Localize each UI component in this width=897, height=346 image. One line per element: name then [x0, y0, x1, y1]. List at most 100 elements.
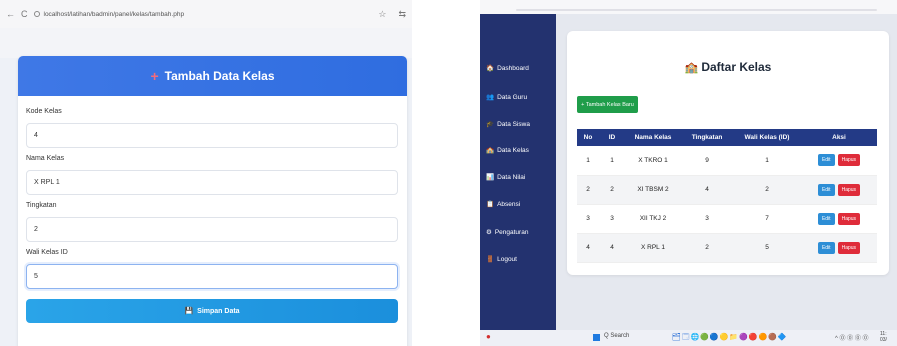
cell-id: 2 [599, 175, 625, 205]
tingkatan-input[interactable]: 2 [26, 217, 398, 242]
url-text: localhost/latihan/badmin/panel/kelas/tam… [43, 10, 185, 18]
cell-id: 1 [599, 146, 625, 176]
clock-date: 03/ [880, 337, 887, 343]
bookmark-star-icon[interactable]: ☆ [378, 9, 386, 20]
sidebar-item-label: Absensi [497, 200, 521, 208]
table-row: 1 1 X TKRO 1 9 1 Edit Hapus [577, 146, 877, 176]
cell-tingkatan: 2 [681, 233, 733, 263]
gear-icon: ⚙ [486, 229, 492, 236]
col-tingkatan: Tingkatan [681, 129, 733, 146]
edit-button[interactable]: Edit [817, 183, 835, 196]
sidebar-item-label: Data Siswa [497, 120, 530, 128]
sidebar-item-data-kelas[interactable]: 🏫 Data Kelas [486, 146, 529, 155]
daftar-kelas-window: 🏠 Dashboard 👥 Data Guru 🎓 Data Siswa 🏫 D… [480, 0, 897, 346]
nama-kelas-label: Nama Kelas [26, 155, 65, 162]
teachers-icon: 👥 [486, 94, 495, 101]
wali-kelas-label: Wali Kelas ID [26, 249, 68, 256]
cell-aksi: Edit Hapus [801, 175, 877, 205]
cell-no: 4 [577, 233, 599, 263]
tambah-kelas-window: ← C localhost/latihan/badmin/panel/kelas… [0, 0, 412, 346]
page-title: 🏫 Daftar Kelas [567, 60, 889, 74]
tab-strip-line [516, 9, 877, 11]
taskbar-search[interactable]: Q Search [604, 333, 629, 339]
taskbar: ● Q Search 🗂🗔🌐🟢🔵🟡📁🟣🔴🟠🟤🔷 ^ ⓪ ⓪ ⓪ ⓪ 11: 03… [480, 330, 897, 346]
cell-wali: 5 [733, 233, 801, 263]
cell-nama: XII TKJ 2 [625, 204, 681, 234]
weather-icon[interactable]: ● [486, 332, 491, 341]
wali-kelas-input[interactable]: 5 [26, 264, 398, 289]
cell-id: 3 [599, 204, 625, 234]
system-tray-icons[interactable]: ^ ⓪ ⓪ ⓪ ⓪ [835, 333, 868, 342]
clock[interactable]: 11: 03/ [880, 331, 887, 343]
save-icon: 💾 [184, 308, 194, 315]
sidebar-item-dashboard[interactable]: 🏠 Dashboard [486, 64, 529, 73]
sidebar-item-label: Data Guru [497, 93, 528, 101]
window-top-strip [480, 0, 897, 14]
tambah-kelas-button[interactable]: + Tambah Kelas Baru [577, 96, 638, 113]
back-icon[interactable]: ← [6, 9, 15, 19]
edit-button[interactable]: Edit [817, 212, 835, 225]
cell-wali: 1 [733, 146, 801, 176]
sidebar-item-data-nilai[interactable]: 📊 Data Nilai [486, 173, 525, 182]
sidebar-item-label: Logout [497, 255, 517, 263]
col-nama-kelas: Nama Kelas [625, 129, 681, 146]
kode-kelas-label: Kode Kelas [26, 108, 62, 115]
cell-tingkatan: 9 [681, 146, 733, 176]
taskbar-app-icons[interactable]: 🗂🗔🌐🟢🔵🟡📁🟣🔴🟠🟤🔷 [672, 333, 788, 344]
dashboard-icon: 🏠 [486, 65, 495, 72]
cell-no: 2 [577, 175, 599, 205]
col-wali-kelas: Wali Kelas (ID) [733, 129, 801, 146]
sidebar-item-data-siswa[interactable]: 🎓 Data Siswa [486, 120, 530, 129]
cell-wali: 7 [733, 204, 801, 234]
cell-no: 1 [577, 146, 599, 176]
hapus-button[interactable]: Hapus [837, 241, 861, 254]
nama-kelas-input[interactable]: X RPL 1 [26, 170, 398, 195]
cell-wali: 2 [733, 175, 801, 205]
edit-button[interactable]: Edit [817, 154, 835, 167]
site-info-icon[interactable] [33, 11, 40, 17]
sidebar-item-pengaturan[interactable]: ⚙ Pengaturan [486, 228, 529, 237]
reload-icon[interactable]: C [21, 9, 28, 19]
tambah-kelas-form: Kode Kelas 4 Nama Kelas X RPL 1 Tingkata… [18, 96, 407, 323]
table-row: 2 2 XI TBSM 2 4 2 Edit Hapus [577, 175, 877, 205]
tingkatan-label: Tingkatan [26, 202, 57, 209]
col-id: ID [599, 129, 625, 146]
url-field[interactable]: localhost/latihan/badmin/panel/kelas/tam… [33, 10, 367, 18]
school-icon: 🏫 [684, 62, 699, 74]
browser-address-bar: ← C localhost/latihan/badmin/panel/kelas… [0, 0, 412, 28]
edit-button[interactable]: Edit [817, 241, 835, 254]
hapus-button[interactable]: Hapus [837, 212, 861, 225]
page-background [0, 28, 412, 58]
kode-kelas-input[interactable]: 4 [26, 123, 398, 148]
daftar-kelas-card: 🏫 Daftar Kelas + Tambah Kelas Baru No ID … [567, 31, 889, 275]
table-row: 3 3 XII TKJ 2 3 7 Edit Hapus [577, 204, 877, 234]
cell-id: 4 [599, 233, 625, 263]
hapus-button[interactable]: Hapus [837, 154, 861, 167]
sidebar-item-logout[interactable]: 🚪 Logout [486, 255, 517, 264]
simpan-button[interactable]: 💾 Simpan Data [26, 299, 398, 323]
clipboard-icon: 📋 [486, 201, 495, 208]
cell-nama: X RPL 1 [625, 233, 681, 263]
sidebar-item-absensi[interactable]: 📋 Absensi [486, 200, 521, 209]
page-title-text: Daftar Kelas [701, 60, 772, 74]
table-header-row: No ID Nama Kelas Tingkatan Wali Kelas (I… [577, 129, 877, 146]
col-aksi: Aksi [801, 129, 877, 146]
school-icon: 🏫 [486, 147, 495, 154]
windows-start-icon[interactable] [593, 334, 600, 341]
card-title: Tambah Data Kelas [164, 69, 275, 83]
screenshot-root: ← C localhost/latihan/badmin/panel/kelas… [0, 0, 897, 346]
sidebar-item-data-guru[interactable]: 👥 Data Guru [486, 93, 528, 102]
hapus-button[interactable]: Hapus [837, 183, 861, 196]
cell-tingkatan: 4 [681, 175, 733, 205]
card-header: + Tambah Data Kelas [18, 56, 407, 96]
cell-nama: X TKRO 1 [625, 146, 681, 176]
main-content: 🏫 Daftar Kelas + Tambah Kelas Baru No ID … [556, 14, 897, 330]
sidebar-item-label: Pengaturan [494, 228, 529, 236]
extensions-icon[interactable]: ⇆ [398, 9, 406, 20]
col-no: No [577, 129, 599, 146]
cell-tingkatan: 3 [681, 204, 733, 234]
simpan-label: Simpan Data [197, 307, 240, 315]
sidebar-item-label: Data Kelas [497, 146, 529, 154]
cell-nama: XI TBSM 2 [625, 175, 681, 205]
sidebar-item-label: Dashboard [497, 64, 529, 72]
